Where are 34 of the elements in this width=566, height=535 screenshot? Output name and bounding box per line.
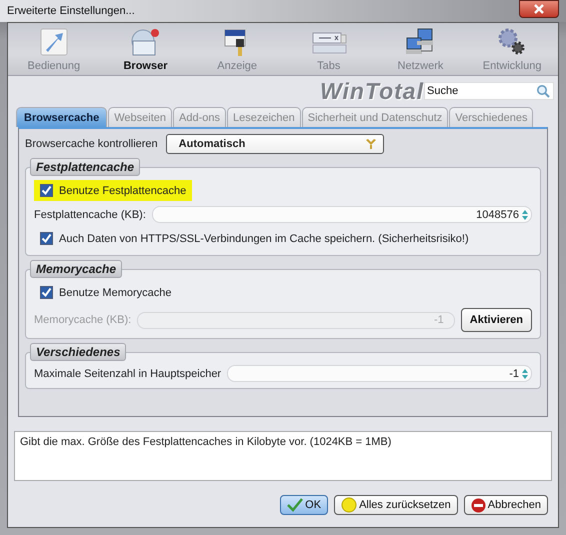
spinner-arrows-icon[interactable]: [521, 366, 529, 380]
cancel-button[interactable]: Abbrechen: [464, 495, 548, 515]
chevron-down-icon: [364, 138, 377, 150]
field-label: Maximale Seitenzahl in Hauptspeicher: [34, 368, 222, 380]
group-title: Festplattencache: [30, 158, 140, 176]
tab[interactable]: Browsercache: [16, 107, 108, 127]
description-box: Gibt die max. Größe des Festplattencaches in Kilobyte vor. (1024KB = 1MB): [14, 431, 552, 481]
group-title: Verschiedenes: [30, 343, 126, 361]
search-field[interactable]: Suche: [424, 82, 554, 100]
number-field[interactable]: 1048576: [152, 206, 532, 223]
checkbox[interactable]: Benutze Memorycache: [34, 282, 178, 303]
cache-control-label: Browsercache kontrollieren: [25, 138, 158, 150]
spinner-arrows-icon[interactable]: [521, 208, 529, 222]
close-icon: [533, 4, 545, 14]
group-title: Memorycache: [30, 260, 122, 278]
checkbox[interactable]: Auch Daten von HTTPS/SSL-Verbindungen im Cache speichern. (Sicherheitsrisiko!): [34, 228, 475, 249]
reset-button[interactable]: Alles zurücksetzen: [334, 495, 458, 515]
circle-icon: [341, 497, 358, 513]
window-title: Erweiterte Einstellungen...: [7, 4, 135, 19]
close-button[interactable]: [519, 0, 559, 18]
ok-button[interactable]: OK: [280, 495, 328, 515]
checkmark-icon: [41, 287, 52, 298]
toolbar-item[interactable]: Browser: [105, 23, 186, 75]
field-label: Festplattencache (KB):: [34, 208, 146, 220]
checkmark-icon: [287, 498, 304, 512]
cache-control-dropdown[interactable]: Automatisch: [166, 134, 384, 154]
browser-window-icon: [129, 27, 162, 57]
number-field[interactable]: -1: [227, 365, 532, 382]
no-entry-icon: [470, 498, 486, 512]
checkbox[interactable]: Benutze Festplattencache: [34, 180, 192, 201]
checkmark-icon: [41, 233, 52, 244]
checkmark-icon: [41, 185, 52, 196]
logo: WinTotal: [320, 78, 424, 104]
field-label: Memorycache (KB):: [34, 314, 132, 326]
